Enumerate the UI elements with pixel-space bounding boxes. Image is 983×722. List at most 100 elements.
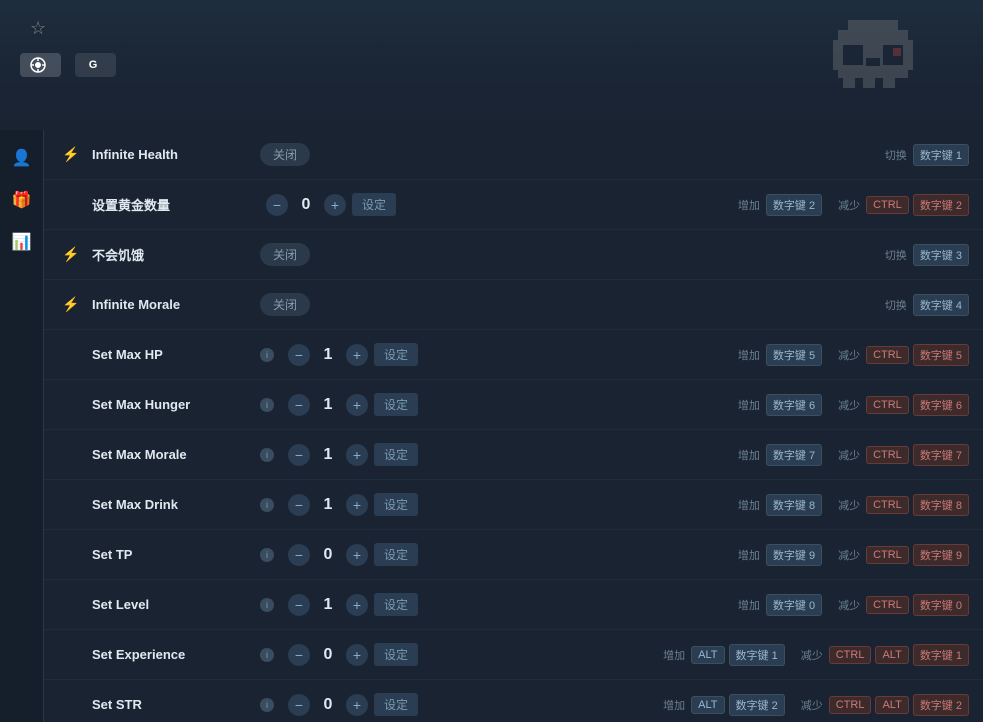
key-badge-set-max-hp-1-1[interactable]: 数字键 5 xyxy=(913,344,969,366)
toggle-btn-no-hunger[interactable]: 关闭 xyxy=(260,243,310,266)
key-badge-set-max-morale-0-0[interactable]: 数字键 7 xyxy=(766,444,822,466)
num-value-set-experience: 0 xyxy=(316,646,340,664)
key-badge-set-level-0-0[interactable]: 数字键 0 xyxy=(766,594,822,616)
key-badge-set-gold-0-0[interactable]: 数字键 2 xyxy=(766,194,822,216)
sidebar-item-gift[interactable]: 🎁 xyxy=(4,182,40,218)
increment-btn-set-max-drink[interactable]: + xyxy=(346,494,368,516)
decrement-btn-set-str[interactable]: − xyxy=(288,694,310,716)
increment-btn-set-max-hunger[interactable]: + xyxy=(346,394,368,416)
key-badge-set-max-morale-1-0[interactable]: CTRL xyxy=(866,446,909,464)
cheat-row-no-hunger: ⚡不会饥饿关闭切换数字键 3 xyxy=(44,230,983,280)
key-badge-set-str-1-0[interactable]: CTRL xyxy=(829,696,872,714)
info-icon-set-experience[interactable]: i xyxy=(260,648,274,662)
hotkey-label-set-max-hunger-1: 减少 xyxy=(838,397,860,413)
info-icon-set-str[interactable]: i xyxy=(260,698,274,712)
hotkey-area-set-experience: 增加ALT数字键 1减少CTRLALT数字键 1 xyxy=(663,644,969,666)
key-badge-no-hunger-0-0[interactable]: 数字键 3 xyxy=(913,244,969,266)
sidebar-item-stats[interactable]: 📊 xyxy=(4,224,40,260)
key-badge-set-max-drink-1-1[interactable]: 数字键 8 xyxy=(913,494,969,516)
toggle-btn-infinite-health[interactable]: 关闭 xyxy=(260,143,310,166)
favorite-star-icon[interactable]: ☆ xyxy=(30,18,46,39)
hotkey-label-set-max-morale-0: 增加 xyxy=(738,447,760,463)
hotkey-label-set-experience-1: 减少 xyxy=(801,647,823,663)
info-icon-set-max-hp[interactable]: i xyxy=(260,348,274,362)
set-btn-set-gold[interactable]: 设定 xyxy=(352,193,396,216)
key-badge-set-str-1-2[interactable]: 数字键 2 xyxy=(913,694,969,716)
key-badge-set-max-morale-1-1[interactable]: 数字键 7 xyxy=(913,444,969,466)
platform-steam[interactable] xyxy=(20,53,61,77)
decrement-btn-set-experience[interactable]: − xyxy=(288,644,310,666)
key-badge-set-experience-1-1[interactable]: ALT xyxy=(875,646,908,664)
key-badge-set-experience-0-1[interactable]: 数字键 1 xyxy=(729,644,785,666)
info-icon-set-max-drink[interactable]: i xyxy=(260,498,274,512)
decrement-btn-set-max-drink[interactable]: − xyxy=(288,494,310,516)
increment-btn-set-experience[interactable]: + xyxy=(346,644,368,666)
set-btn-set-max-hp[interactable]: 设定 xyxy=(374,343,418,366)
hotkey-area-set-max-hp: 增加数字键 5减少CTRL数字键 5 xyxy=(738,344,969,366)
numeric-ctrl-set-max-hunger: −1 + 设定 xyxy=(288,393,418,416)
cheat-name-set-level: Set Level xyxy=(92,597,252,612)
set-btn-set-max-drink[interactable]: 设定 xyxy=(374,493,418,516)
sidebar-item-user[interactable]: 👤 xyxy=(4,140,40,176)
key-badge-set-experience-0-0[interactable]: ALT xyxy=(691,646,724,664)
set-btn-set-tp[interactable]: 设定 xyxy=(374,543,418,566)
set-btn-set-level[interactable]: 设定 xyxy=(374,593,418,616)
increment-btn-set-gold[interactable]: + xyxy=(324,194,346,216)
decrement-btn-set-gold[interactable]: − xyxy=(266,194,288,216)
key-badge-set-max-hp-1-0[interactable]: CTRL xyxy=(866,346,909,364)
key-badge-set-max-hunger-1-0[interactable]: CTRL xyxy=(866,396,909,414)
decrement-btn-set-max-hunger[interactable]: − xyxy=(288,394,310,416)
key-badge-set-max-hunger-0-0[interactable]: 数字键 6 xyxy=(766,394,822,416)
numeric-ctrl-set-tp: −0+设定 xyxy=(288,543,418,566)
key-badge-infinite-morale-0-0[interactable]: 数字键 4 xyxy=(913,294,969,316)
key-badge-set-tp-1-0[interactable]: CTRL xyxy=(866,546,909,564)
num-value-set-max-hunger: 1 xyxy=(316,396,340,414)
key-badge-set-level-1-1[interactable]: 数字键 0 xyxy=(913,594,969,616)
increment-btn-set-tp[interactable]: + xyxy=(346,544,368,566)
key-badge-set-str-0-1[interactable]: 数字键 2 xyxy=(729,694,785,716)
key-badge-set-max-drink-1-0[interactable]: CTRL xyxy=(866,496,909,514)
set-btn-set-str[interactable]: 设定 xyxy=(374,693,418,716)
cheat-row-set-tp: Set TPi−0+设定增加数字键 9减少CTRL数字键 9 xyxy=(44,530,983,580)
key-badge-set-experience-1-0[interactable]: CTRL xyxy=(829,646,872,664)
hotkey-label-set-level-1: 减少 xyxy=(838,597,860,613)
key-badge-set-gold-1-0[interactable]: CTRL xyxy=(866,196,909,214)
increment-btn-set-str[interactable]: + xyxy=(346,694,368,716)
hotkey-label-set-experience-0: 增加 xyxy=(663,647,685,663)
num-value-set-max-hp: 1 xyxy=(316,346,340,364)
key-badge-set-tp-1-1[interactable]: 数字键 9 xyxy=(913,544,969,566)
decrement-btn-set-level[interactable]: − xyxy=(288,594,310,616)
key-badge-set-str-1-1[interactable]: ALT xyxy=(875,696,908,714)
key-badge-set-max-hunger-1-1[interactable]: 数字键 6 xyxy=(913,394,969,416)
num-value-set-str: 0 xyxy=(316,696,340,714)
increment-btn-set-max-morale[interactable]: + xyxy=(346,444,368,466)
sidebar: 👤 🎁 📊 xyxy=(0,130,44,722)
num-value-set-max-morale: 1 xyxy=(316,446,340,464)
hotkey-label-set-max-hp-0: 增加 xyxy=(738,347,760,363)
cheat-row-set-gold: 设置黄金数量−0+设定增加数字键 2减少CTRL数字键 2 xyxy=(44,180,983,230)
set-btn-set-max-morale[interactable]: 设定 xyxy=(374,443,418,466)
info-icon-set-tp[interactable]: i xyxy=(260,548,274,562)
toggle-btn-infinite-morale[interactable]: 关闭 xyxy=(260,293,310,316)
num-value-set-max-drink: 1 xyxy=(316,496,340,514)
decrement-btn-set-max-morale[interactable]: − xyxy=(288,444,310,466)
key-badge-set-str-0-0[interactable]: ALT xyxy=(691,696,724,714)
key-badge-set-tp-0-0[interactable]: 数字键 9 xyxy=(766,544,822,566)
cheat-row-set-max-morale: Set Max Moralei−1+设定增加数字键 7减少CTRL数字键 7 xyxy=(44,430,983,480)
decrement-btn-set-tp[interactable]: − xyxy=(288,544,310,566)
key-badge-set-gold-1-1[interactable]: 数字键 2 xyxy=(913,194,969,216)
key-badge-infinite-health-0-0[interactable]: 数字键 1 xyxy=(913,144,969,166)
key-badge-set-level-1-0[interactable]: CTRL xyxy=(866,596,909,614)
key-badge-set-experience-1-2[interactable]: 数字键 1 xyxy=(913,644,969,666)
info-icon-set-max-hunger[interactable]: i xyxy=(260,398,274,412)
decrement-btn-set-max-hp[interactable]: − xyxy=(288,344,310,366)
platform-gog[interactable]: G xyxy=(75,53,116,77)
key-badge-set-max-hp-0-0[interactable]: 数字键 5 xyxy=(766,344,822,366)
key-badge-set-max-drink-0-0[interactable]: 数字键 8 xyxy=(766,494,822,516)
set-btn-set-experience[interactable]: 设定 xyxy=(374,643,418,666)
info-icon-set-max-morale[interactable]: i xyxy=(260,448,274,462)
increment-btn-set-level[interactable]: + xyxy=(346,594,368,616)
increment-btn-set-max-hp[interactable]: + xyxy=(346,344,368,366)
set-btn-set-max-hunger[interactable]: 设定 xyxy=(374,393,418,416)
info-icon-set-level[interactable]: i xyxy=(260,598,274,612)
